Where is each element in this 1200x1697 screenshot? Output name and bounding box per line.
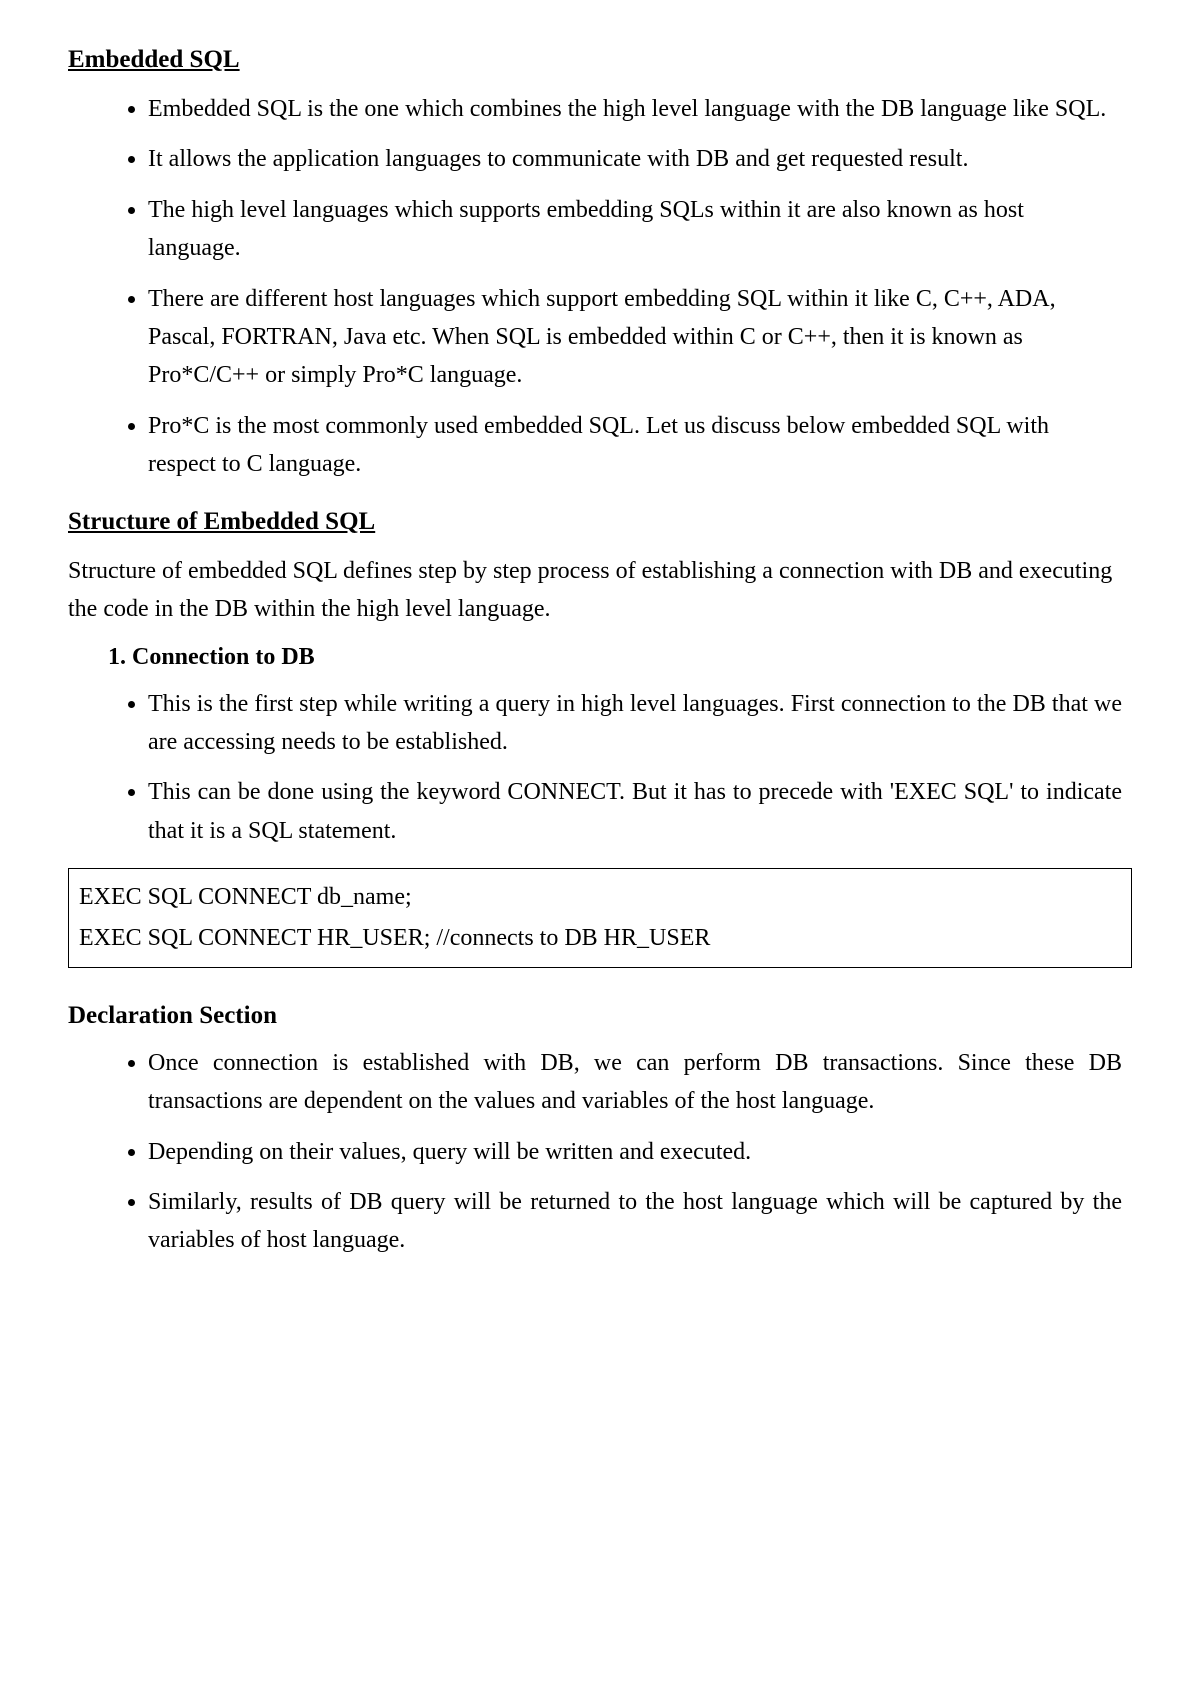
numbered-item-connection: 1. Connection to DB — [68, 638, 1132, 676]
section-heading-structure: Structure of Embedded SQL — [68, 502, 1132, 542]
bullet-list-declaration: Once connection is established with DB, … — [68, 1044, 1132, 1260]
code-box: EXEC SQL CONNECT db_name; EXEC SQL CONNE… — [68, 868, 1132, 968]
list-item: Embedded SQL is the one which combines t… — [148, 90, 1132, 128]
list-item: This is the first step while writing a q… — [148, 685, 1132, 762]
subheading-declaration: Declaration Section — [68, 996, 1132, 1036]
list-item: Similarly, results of DB query will be r… — [148, 1183, 1132, 1260]
code-line: EXEC SQL CONNECT db_name; — [79, 877, 1121, 918]
section-heading-embedded-sql: Embedded SQL — [68, 40, 1132, 80]
list-item: Depending on their values, query will be… — [148, 1133, 1132, 1171]
list-item: This can be done using the keyword CONNE… — [148, 773, 1132, 850]
list-item: The high level languages which supports … — [148, 191, 1132, 268]
bullet-list-connection: This is the first step while writing a q… — [68, 685, 1132, 851]
intro-paragraph: Structure of embedded SQL defines step b… — [68, 552, 1132, 629]
list-item: Pro*C is the most commonly used embedded… — [148, 407, 1132, 484]
list-item: It allows the application languages to c… — [148, 140, 1132, 178]
bullet-list-embedded-sql: Embedded SQL is the one which combines t… — [68, 90, 1132, 484]
code-line: EXEC SQL CONNECT HR_USER; //connects to … — [79, 918, 1121, 959]
list-item: Once connection is established with DB, … — [148, 1044, 1132, 1121]
list-item: There are different host languages which… — [148, 280, 1132, 395]
